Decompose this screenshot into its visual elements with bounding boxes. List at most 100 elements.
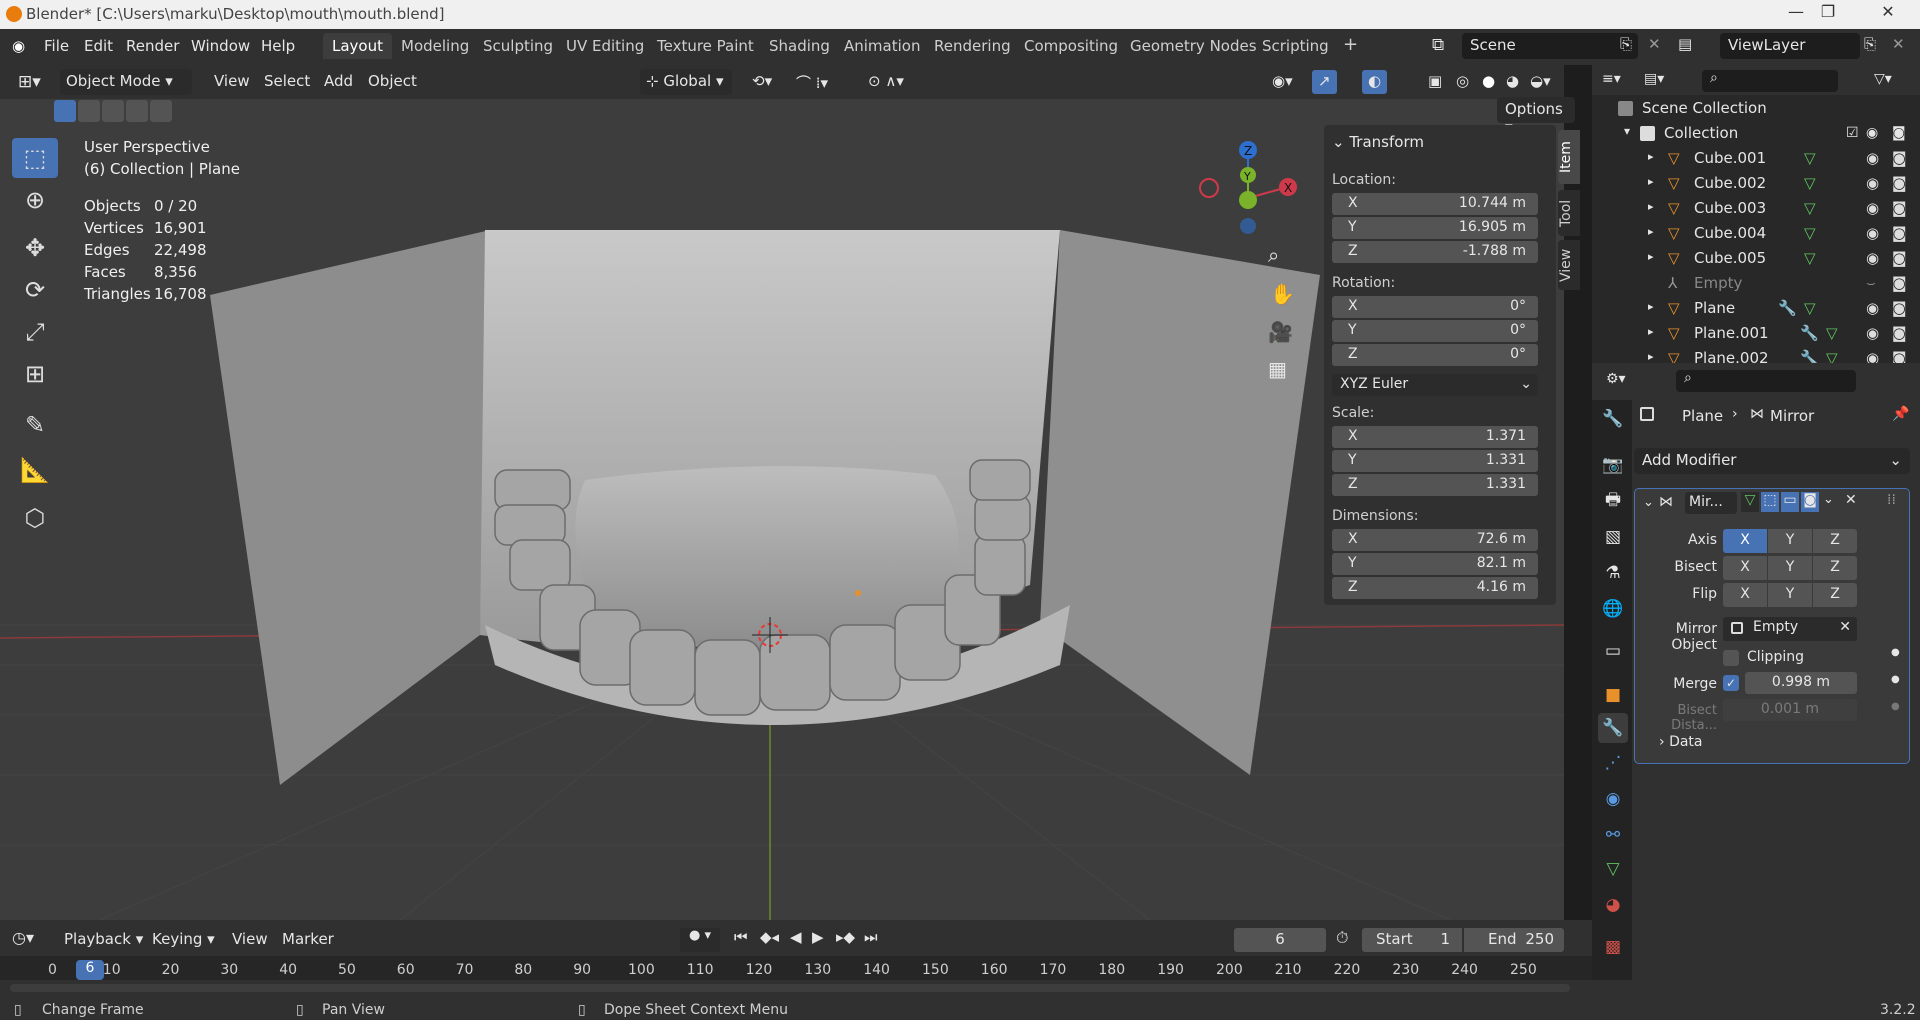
tab-rendering[interactable]: Rendering <box>925 33 1020 59</box>
visibility-icon[interactable]: ◉▾ <box>1266 70 1299 94</box>
flip-y-toggle[interactable]: Y <box>1768 583 1812 607</box>
tab-compositing[interactable]: Compositing <box>1015 33 1127 59</box>
display-mode-icon[interactable]: ▤▾ <box>1644 71 1664 87</box>
new-view-layer-icon[interactable]: ⎘ <box>1864 35 1876 53</box>
tab-shading[interactable]: Shading <box>760 33 839 59</box>
drag-handle-icon[interactable]: ⁞⁞ <box>1887 492 1896 508</box>
menu-edit[interactable]: Edit <box>84 37 113 55</box>
tab-animation[interactable]: Animation <box>835 33 929 59</box>
axis-z-toggle[interactable]: Z <box>1813 529 1857 553</box>
edit-mode-icon[interactable]: ⬚ <box>1761 492 1779 512</box>
scale-z-field[interactable]: Z 1.331 <box>1332 474 1538 496</box>
restore-button[interactable]: ❐ <box>1808 2 1848 28</box>
flip-x-toggle[interactable]: X <box>1723 583 1767 607</box>
timeline-view-menu[interactable]: View <box>232 930 268 948</box>
playback-menu[interactable]: Playback ▾ <box>64 930 143 948</box>
modifier-name-field[interactable]: Mir... <box>1685 492 1737 514</box>
annotate-tool-icon[interactable]: ✎ <box>12 405 58 445</box>
play-icon[interactable]: ▶ <box>812 928 824 946</box>
scale-y-field[interactable]: Y 1.331 <box>1332 450 1538 472</box>
tab-item[interactable]: Item <box>1558 130 1580 184</box>
axis-y-toggle[interactable]: Y <box>1768 529 1812 553</box>
keying-menu[interactable]: Keying ▾ <box>152 930 215 948</box>
bisect-y-toggle[interactable]: Y <box>1768 556 1812 580</box>
eye-icon[interactable]: ◉ <box>1866 324 1879 342</box>
render-visibility-icon[interactable]: ◙ <box>1892 174 1907 192</box>
tool-tab-icon[interactable]: 🔧 <box>1598 404 1628 434</box>
start-frame-field[interactable]: Start 1 <box>1362 928 1462 952</box>
gizmo-toggle-icon[interactable]: ↗ <box>1312 70 1337 94</box>
eye-icon[interactable]: ◉ <box>1866 249 1879 267</box>
filter-icon[interactable]: ▽▾ <box>1874 71 1892 87</box>
menu-object[interactable]: Object <box>362 70 423 94</box>
dimensions-z-field[interactable]: Z 4.16 m <box>1332 577 1538 599</box>
mirror-object-field[interactable]: Empty ✕ <box>1723 617 1857 641</box>
jump-end-icon[interactable]: ⏭ <box>864 928 878 946</box>
tab-layout[interactable]: Layout <box>323 33 392 59</box>
select-new-icon[interactable] <box>54 100 76 122</box>
render-tab-icon[interactable]: 📷 <box>1598 450 1628 480</box>
outliner-item-plane[interactable]: ▸ ▽ Plane 🔧 ▽ ◉ ◙ <box>1592 296 1920 321</box>
texture-tab-icon[interactable]: ▩ <box>1598 932 1628 962</box>
render-visibility-icon[interactable]: ◙ <box>1892 224 1907 242</box>
dimensions-y-field[interactable]: Y 82.1 m <box>1332 553 1538 575</box>
eye-icon[interactable]: ◉ <box>1866 125 1878 141</box>
clear-mirror-object-icon[interactable]: ✕ <box>1839 619 1851 635</box>
scene-field[interactable]: Scene <box>1462 33 1638 59</box>
transform-tool-icon[interactable]: ⊞ <box>12 354 58 394</box>
jump-start-icon[interactable]: ⏮ <box>734 928 748 946</box>
bisect-x-toggle[interactable]: X <box>1723 556 1767 580</box>
tab-tool[interactable]: Tool <box>1558 190 1580 236</box>
select-intersect-icon[interactable] <box>150 100 172 122</box>
outliner-editor-icon[interactable]: ≡▾ <box>1602 71 1621 87</box>
add-modifier-dropdown[interactable]: Add Modifier ⌄ <box>1634 448 1910 474</box>
data-subpanel-header[interactable]: › Data <box>1659 734 1703 750</box>
outliner-item-plane-001[interactable]: ▸ ▽ Plane.001 🔧 ▽ ◉ ◙ <box>1592 321 1920 346</box>
timeline-scrollbar[interactable] <box>10 984 1570 992</box>
zoom-icon[interactable]: ⌕ <box>1268 243 1279 267</box>
keyframe-dot-icon[interactable]: ● <box>1891 701 1900 712</box>
play-reverse-icon[interactable]: ◀ <box>790 928 802 946</box>
select-invert-icon[interactable] <box>126 100 148 122</box>
view-layer-icon[interactable]: ▤ <box>1678 35 1692 53</box>
edit-mode-cage-icon[interactable]: ▽ <box>1741 492 1759 512</box>
clipping-checkbox[interactable] <box>1723 650 1739 666</box>
menu-window[interactable]: Window <box>191 37 250 55</box>
modifier-tab-icon[interactable]: 🔧 <box>1598 713 1628 743</box>
flip-z-toggle[interactable]: Z <box>1813 583 1857 607</box>
remove-modifier-icon[interactable]: ✕ <box>1845 492 1857 508</box>
world-tab-icon[interactable]: 🌐 <box>1598 594 1628 624</box>
editor-type-icon[interactable]: ⊞▾ <box>12 70 47 94</box>
eye-icon[interactable]: ◉ <box>1866 199 1879 217</box>
render-visibility-icon[interactable]: ◙ <box>1892 199 1907 217</box>
cursor-tool-icon[interactable]: ⊕ <box>12 180 58 220</box>
rotation-z-field[interactable]: Z 0° <box>1332 344 1538 366</box>
collection-tab-icon[interactable]: ▭ <box>1598 636 1628 666</box>
menu-select[interactable]: Select <box>258 70 316 94</box>
expand-icon[interactable]: ▸ <box>1648 175 1654 188</box>
rotation-mode-dropdown[interactable]: XYZ Euler ⌄ <box>1332 374 1538 396</box>
pan-hand-icon[interactable]: ✋ <box>1270 282 1295 306</box>
outliner-item-cube-004[interactable]: ▸ ▽ Cube.004 ▽ ◉ ◙ <box>1592 221 1920 246</box>
material-tab-icon[interactable]: ◕ <box>1598 890 1628 920</box>
merge-checkbox[interactable]: ✓ <box>1723 675 1739 691</box>
outliner-item-cube-003[interactable]: ▸ ▽ Cube.003 ▽ ◉ ◙ <box>1592 196 1920 221</box>
shading-rendered-icon[interactable]: ◒▾ <box>1524 70 1557 94</box>
remove-scene-icon[interactable]: ✕ <box>1648 35 1661 53</box>
timeline-editor-icon[interactable]: ◷▾ <box>12 928 34 947</box>
eye-icon[interactable]: ◉ <box>1866 299 1879 317</box>
tab-scripting[interactable]: Scripting <box>1253 33 1338 59</box>
expand-icon[interactable]: ▸ <box>1648 200 1654 213</box>
tab-geometry-nodes[interactable]: Geometry Nodes <box>1121 33 1266 59</box>
eye-icon[interactable]: ◉ <box>1866 174 1879 192</box>
move-tool-icon[interactable]: ✥ <box>12 228 58 268</box>
view-layer-tab-icon[interactable]: ▧ <box>1598 522 1628 552</box>
location-x-field[interactable]: X 10.744 m <box>1332 193 1538 215</box>
rotate-tool-icon[interactable]: ⟳ <box>12 270 58 310</box>
expand-icon[interactable]: ▸ <box>1648 325 1654 338</box>
orientation-dropdown[interactable]: ⊹ Global ▾ <box>640 69 732 95</box>
axis-x-toggle[interactable]: X <box>1723 529 1767 553</box>
record-button[interactable]: ● ▾ <box>680 928 720 952</box>
scene-selector-icon[interactable]: ⧉ <box>1432 35 1444 55</box>
transform-header[interactable]: ⌄ Transform <box>1332 133 1424 151</box>
